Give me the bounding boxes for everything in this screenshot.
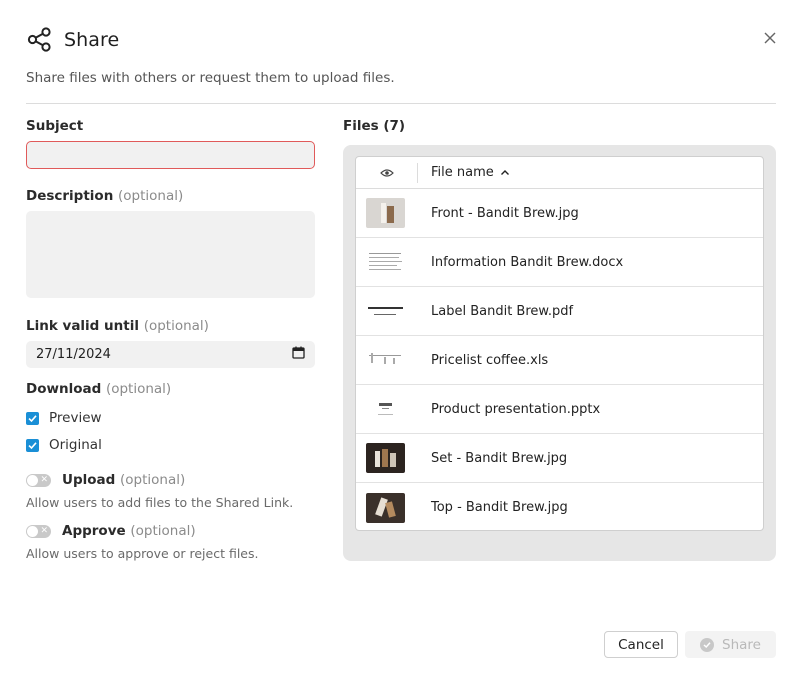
image-thumbnail-icon: [366, 492, 405, 523]
download-label: Download (optional): [26, 381, 171, 397]
upload-toggle-row: ✕ Upload (optional): [26, 472, 185, 488]
dialog-subtitle: Share files with others or request them …: [26, 70, 395, 86]
file-name: Product presentation.pptx: [431, 401, 601, 417]
document-thumbnail-icon: [366, 247, 405, 277]
preview-checkbox[interactable]: Preview: [26, 410, 102, 426]
description-textarea[interactable]: [26, 211, 315, 298]
table-row[interactable]: Product presentation.pptx: [356, 385, 763, 434]
original-checkbox-label: Original: [49, 437, 102, 453]
description-label: Description (optional): [26, 188, 183, 204]
spreadsheet-thumbnail-icon: [366, 345, 405, 375]
subject-label: Subject: [26, 118, 84, 134]
date-value: 27/11/2024: [36, 347, 111, 362]
approve-label-text: Approve: [62, 523, 126, 539]
file-name: Pricelist coffee.xls: [431, 352, 549, 368]
approve-optional: (optional): [130, 523, 196, 539]
cancel-button[interactable]: Cancel: [604, 631, 678, 658]
table-row[interactable]: Label Bandit Brew.pdf: [356, 287, 763, 336]
sort-ascending-icon: [500, 165, 510, 180]
download-label-text: Download: [26, 381, 102, 397]
original-checkbox[interactable]: Original: [26, 437, 102, 453]
calendar-icon[interactable]: [292, 346, 305, 363]
check-circle-icon: [700, 637, 715, 652]
link-valid-date-input[interactable]: 27/11/2024: [26, 341, 315, 368]
file-name: Front - Bandit Brew.jpg: [431, 205, 579, 221]
share-icon: [26, 26, 53, 53]
description-optional: (optional): [118, 188, 184, 204]
close-icon[interactable]: [762, 30, 778, 46]
share-button[interactable]: Share: [685, 631, 776, 658]
presentation-thumbnail-icon: [366, 394, 405, 424]
approve-toggle[interactable]: ✕: [26, 524, 51, 538]
download-optional: (optional): [105, 381, 172, 397]
subject-input[interactable]: [26, 141, 315, 169]
share-button-label: Share: [722, 636, 761, 653]
link-valid-label-text: Link valid until: [26, 318, 139, 334]
image-thumbnail-icon: [366, 198, 405, 228]
checkmark-icon[interactable]: [26, 411, 39, 425]
dialog-title: Share: [64, 28, 120, 51]
table-row[interactable]: Pricelist coffee.xls: [356, 336, 763, 385]
approve-label: Approve (optional): [62, 523, 196, 539]
upload-help-text: Allow users to add files to the Shared L…: [26, 495, 294, 510]
filename-column-header[interactable]: File name: [418, 165, 510, 180]
file-name: Set - Bandit Brew.jpg: [431, 450, 568, 466]
link-valid-optional: (optional): [143, 318, 209, 334]
upload-label-text: Upload: [62, 472, 116, 488]
table-header: File name: [356, 157, 763, 189]
table-row[interactable]: Front - Bandit Brew.jpg: [356, 189, 763, 238]
upload-optional: (optional): [120, 472, 186, 488]
pdf-thumbnail-icon: [366, 296, 405, 326]
divider: [26, 103, 776, 104]
link-valid-label: Link valid until (optional): [26, 318, 209, 334]
upload-toggle[interactable]: ✕: [26, 473, 51, 487]
file-name: Label Bandit Brew.pdf: [431, 303, 574, 319]
description-label-text: Description: [26, 188, 114, 204]
file-name: Information Bandit Brew.docx: [431, 254, 624, 270]
approve-help-text: Allow users to approve or reject files.: [26, 546, 259, 561]
files-panel: File name Front - Bandit Brew.jpg Inform: [343, 145, 776, 561]
preview-checkbox-label: Preview: [49, 410, 102, 426]
table-row[interactable]: Top - Bandit Brew.jpg: [356, 483, 763, 530]
file-name: Top - Bandit Brew.jpg: [431, 500, 568, 515]
approve-toggle-row: ✕ Approve (optional): [26, 523, 196, 539]
filename-header-label: File name: [431, 165, 494, 180]
upload-label: Upload (optional): [62, 472, 185, 488]
eye-icon[interactable]: [356, 162, 418, 183]
image-thumbnail-icon: [366, 443, 405, 473]
checkmark-icon[interactable]: [26, 438, 39, 452]
table-row[interactable]: Set - Bandit Brew.jpg: [356, 434, 763, 483]
files-table: File name Front - Bandit Brew.jpg Inform: [355, 156, 764, 531]
table-row[interactable]: Information Bandit Brew.docx: [356, 238, 763, 287]
files-title: Files (7): [343, 118, 406, 134]
dialog-header: Share: [26, 26, 119, 53]
